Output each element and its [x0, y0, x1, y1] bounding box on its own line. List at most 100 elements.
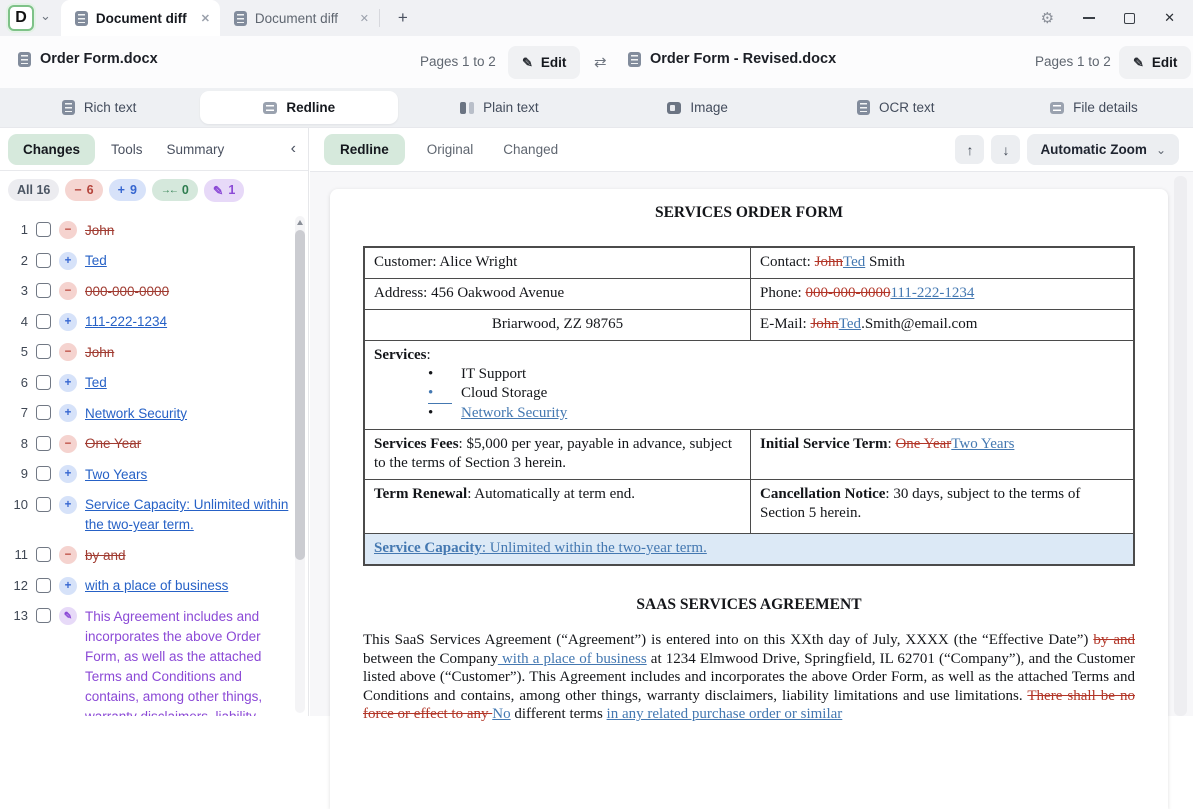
tab-changes[interactable]: Changes	[8, 134, 95, 165]
document-viewer[interactable]: SERVICES ORDER FORM Customer: Alice Wrig…	[310, 172, 1193, 716]
tab-tools[interactable]: Tools	[111, 142, 143, 157]
tab-view-changed[interactable]: Changed	[503, 142, 558, 157]
cell-address: Address: 456 Oakwood Avenue	[364, 279, 751, 310]
left-edit-button[interactable]: ✎ Edit	[508, 46, 580, 79]
filter-all[interactable]: All 16	[8, 179, 59, 201]
bullet-icon: •	[428, 365, 461, 384]
window-tab-1[interactable]: Document diff ✕	[61, 0, 220, 36]
maximize-button[interactable]	[1124, 13, 1135, 24]
table-row: Services: •IT Support •Cloud Storage •Ne…	[364, 341, 1134, 430]
change-checkbox[interactable]	[36, 253, 51, 268]
new-tab-button[interactable]: +	[398, 8, 408, 28]
change-row[interactable]: 11 − by and	[10, 545, 292, 566]
change-checkbox[interactable]	[36, 344, 51, 359]
tab-view-redline[interactable]: Redline	[324, 134, 405, 165]
pencil-icon: ✎	[522, 55, 533, 71]
change-row[interactable]: 6 + Ted	[10, 373, 292, 394]
close-tab-icon[interactable]: ✕	[201, 12, 210, 25]
change-checkbox[interactable]	[36, 466, 51, 481]
cell-city: Briarwood, ZZ 98765	[364, 310, 751, 341]
change-row[interactable]: 4 + 111-222-1234	[10, 312, 292, 333]
insertions-count: 9	[130, 183, 137, 197]
change-number: 9	[10, 464, 28, 481]
file-details-icon	[1050, 102, 1064, 114]
change-text: John	[85, 220, 114, 241]
collapse-sidebar-chevron-left-icon[interactable]: ‹	[291, 140, 296, 158]
change-row[interactable]: 3 − 000-000-0000	[10, 281, 292, 302]
filter-all-label: All 16	[17, 183, 50, 197]
change-checkbox[interactable]	[36, 314, 51, 329]
tab-ocr-text[interactable]: OCR text	[797, 88, 995, 127]
change-checkbox[interactable]	[36, 608, 51, 623]
redline-icon	[263, 102, 277, 114]
app-logo[interactable]: D	[8, 5, 34, 31]
tab-view-original[interactable]: Original	[427, 142, 474, 157]
change-row[interactable]: 10 + Service Capacity: Unlimited within …	[10, 495, 292, 536]
tab-label: OCR text	[879, 100, 935, 115]
scrollbar-thumb[interactable]	[295, 230, 305, 560]
viewer-scrollbar[interactable]	[1174, 176, 1187, 716]
change-row[interactable]: 9 + Two Years	[10, 464, 292, 485]
change-checkbox[interactable]	[36, 405, 51, 420]
change-type-icon: ✎	[59, 607, 77, 625]
tab-image[interactable]: Image	[599, 88, 797, 127]
right-edit-button[interactable]: ✎ Edit	[1119, 46, 1191, 79]
change-type-icon: −	[59, 546, 77, 564]
order-form-table: Customer: Alice Wright Contact: JohnTed …	[363, 246, 1135, 566]
change-checkbox[interactable]	[36, 578, 51, 593]
filter-moves[interactable]: →← 0	[152, 179, 198, 201]
zoom-level-label: Automatic Zoom	[1040, 142, 1147, 157]
tab-label: Redline	[286, 100, 335, 115]
app-menu-chevron-down-icon[interactable]: ⌄	[40, 8, 51, 24]
change-checkbox[interactable]	[36, 283, 51, 298]
window-tab-2[interactable]: Document diff ✕	[220, 0, 379, 36]
change-text: Two Years	[85, 464, 147, 485]
minimize-button[interactable]	[1083, 17, 1095, 19]
settings-gear-icon[interactable]: ⚙	[1041, 9, 1054, 27]
previous-change-button[interactable]: ↑	[955, 135, 984, 164]
change-checkbox[interactable]	[36, 222, 51, 237]
tab-label: Image	[690, 100, 728, 115]
filter-edits[interactable]: ✎ 1	[204, 179, 244, 202]
change-checkbox[interactable]	[36, 375, 51, 390]
change-filters: All 16 − 6 + 9 →← 0 ✎ 1	[0, 171, 308, 209]
change-number: 1	[10, 220, 28, 237]
tab-rich-text[interactable]: Rich text	[0, 88, 198, 127]
filter-insertions[interactable]: + 9	[109, 179, 146, 201]
change-row[interactable]: 12 + with a place of business	[10, 576, 292, 597]
change-number: 6	[10, 373, 28, 390]
table-row-highlighted: Service Capacity: Unlimited within the t…	[364, 534, 1134, 566]
sidebar-scrollbar[interactable]	[295, 216, 305, 713]
close-tab-icon[interactable]: ✕	[360, 12, 369, 25]
bullet-network-security: •Network Security	[374, 404, 1124, 423]
next-change-button[interactable]: ↓	[991, 135, 1020, 164]
window-close-button[interactable]: ✕	[1164, 10, 1175, 26]
filter-deletions[interactable]: − 6	[65, 179, 102, 201]
swap-documents-icon[interactable]: ⇄	[594, 53, 607, 71]
change-text: John	[85, 342, 114, 363]
change-row[interactable]: 7 + Network Security	[10, 403, 292, 424]
scroll-up-arrow-icon[interactable]	[297, 220, 303, 225]
tab-summary[interactable]: Summary	[167, 142, 225, 157]
right-document-name: Order Form - Revised.docx	[628, 51, 836, 67]
change-row[interactable]: 1 − John	[10, 220, 292, 241]
change-row[interactable]: 2 + Ted	[10, 251, 292, 272]
zoom-dropdown[interactable]: Automatic Zoom ⌄	[1027, 134, 1179, 165]
tab-label: Rich text	[84, 100, 137, 115]
document-icon	[628, 52, 641, 67]
change-checkbox[interactable]	[36, 436, 51, 451]
change-row[interactable]: 5 − John	[10, 342, 292, 363]
cell-customer: Customer: Alice Wright	[364, 247, 751, 279]
change-row[interactable]: 8 − One Year	[10, 434, 292, 455]
change-checkbox[interactable]	[36, 547, 51, 562]
change-checkbox[interactable]	[36, 497, 51, 512]
bullet-cloud-storage: •Cloud Storage	[374, 384, 1124, 404]
cell-services: Services: •IT Support •Cloud Storage •Ne…	[364, 341, 1134, 430]
cell-email: E-Mail: JohnTed.Smith@email.com	[751, 310, 1134, 341]
change-text: One Year	[85, 434, 141, 455]
tab-plain-text[interactable]: Plain text	[400, 88, 598, 127]
tab-file-details[interactable]: File details	[995, 88, 1193, 127]
change-row[interactable]: 13 ✎ This Agreement includes and incorpo…	[10, 606, 292, 716]
tab-redline[interactable]: Redline	[200, 91, 398, 124]
deletions-count: 6	[87, 183, 94, 197]
